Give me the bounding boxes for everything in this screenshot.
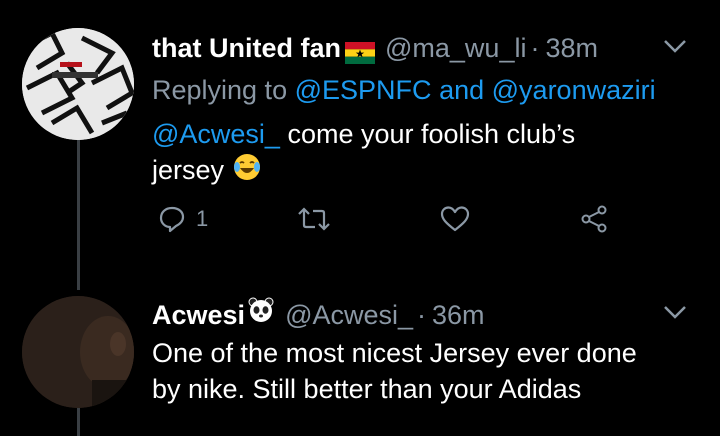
like-button[interactable] [440,205,470,233]
avatar[interactable] [22,296,134,408]
replying-to-line: Replying to @ESPNFC and @yaronwaziri [152,72,700,108]
tweet-actions: 1 [152,205,700,245]
mention-link[interactable]: @Acwesi_ [152,119,280,149]
replying-and: and [439,75,485,105]
mention-link[interactable]: @yaronwaziri [492,75,656,105]
panda-face-emoji-icon [247,296,275,333]
reply-icon [159,207,185,233]
thread-connector-line [77,140,80,290]
profile-photo [22,296,134,408]
avatar[interactable] [22,28,134,140]
tweet-text: One of the most nicest Jersey ever done … [152,335,700,407]
display-name[interactable]: that United fan [152,30,341,66]
tweet-text-line1: come your foolish club’s [279,119,576,149]
mention-link[interactable]: @ESPNFC [295,75,432,105]
tweet[interactable]: that United fan @ma_wu_li · 38m Replying… [152,30,700,245]
separator-dot: · [417,299,427,330]
share-button[interactable] [580,205,610,233]
timestamp[interactable]: 36m [432,297,485,333]
tweet-text-line1: One of the most nicest Jersey ever done [152,338,637,368]
chevron-down-icon[interactable] [662,36,688,56]
tweet[interactable]: Acwesi @Acwesi_ · 36m One of the most ni… [152,296,700,407]
heart-icon [440,206,470,232]
ghana-flag-icon [345,37,375,64]
separator-dot: · [530,33,540,63]
timestamp[interactable]: 38m [545,30,598,66]
reply-button[interactable]: 1 [158,205,208,233]
share-icon [581,205,607,233]
tweet-text-line2: by nike. Still better than your Adidas [152,374,582,404]
user-handle[interactable]: @ma_wu_li [385,30,526,66]
reply-count: 1 [196,206,209,232]
tweet-text: @Acwesi_ come your foolish club’s jersey [152,116,700,191]
tweet-text-line2: jersey [152,155,225,185]
retweet-icon [298,207,330,231]
retweet-button[interactable] [298,205,330,233]
replying-to-label: Replying to [152,75,288,105]
chevron-down-icon[interactable] [662,302,688,322]
tweet-header: that United fan @ma_wu_li · 38m [152,30,700,66]
tears-of-joy-emoji-icon [232,152,262,191]
user-handle[interactable]: @Acwesi_ [285,297,413,333]
tweet-header: Acwesi @Acwesi_ · 36m [152,296,700,333]
display-name[interactable]: Acwesi [152,297,245,333]
jersey-avatar-image [22,28,134,140]
